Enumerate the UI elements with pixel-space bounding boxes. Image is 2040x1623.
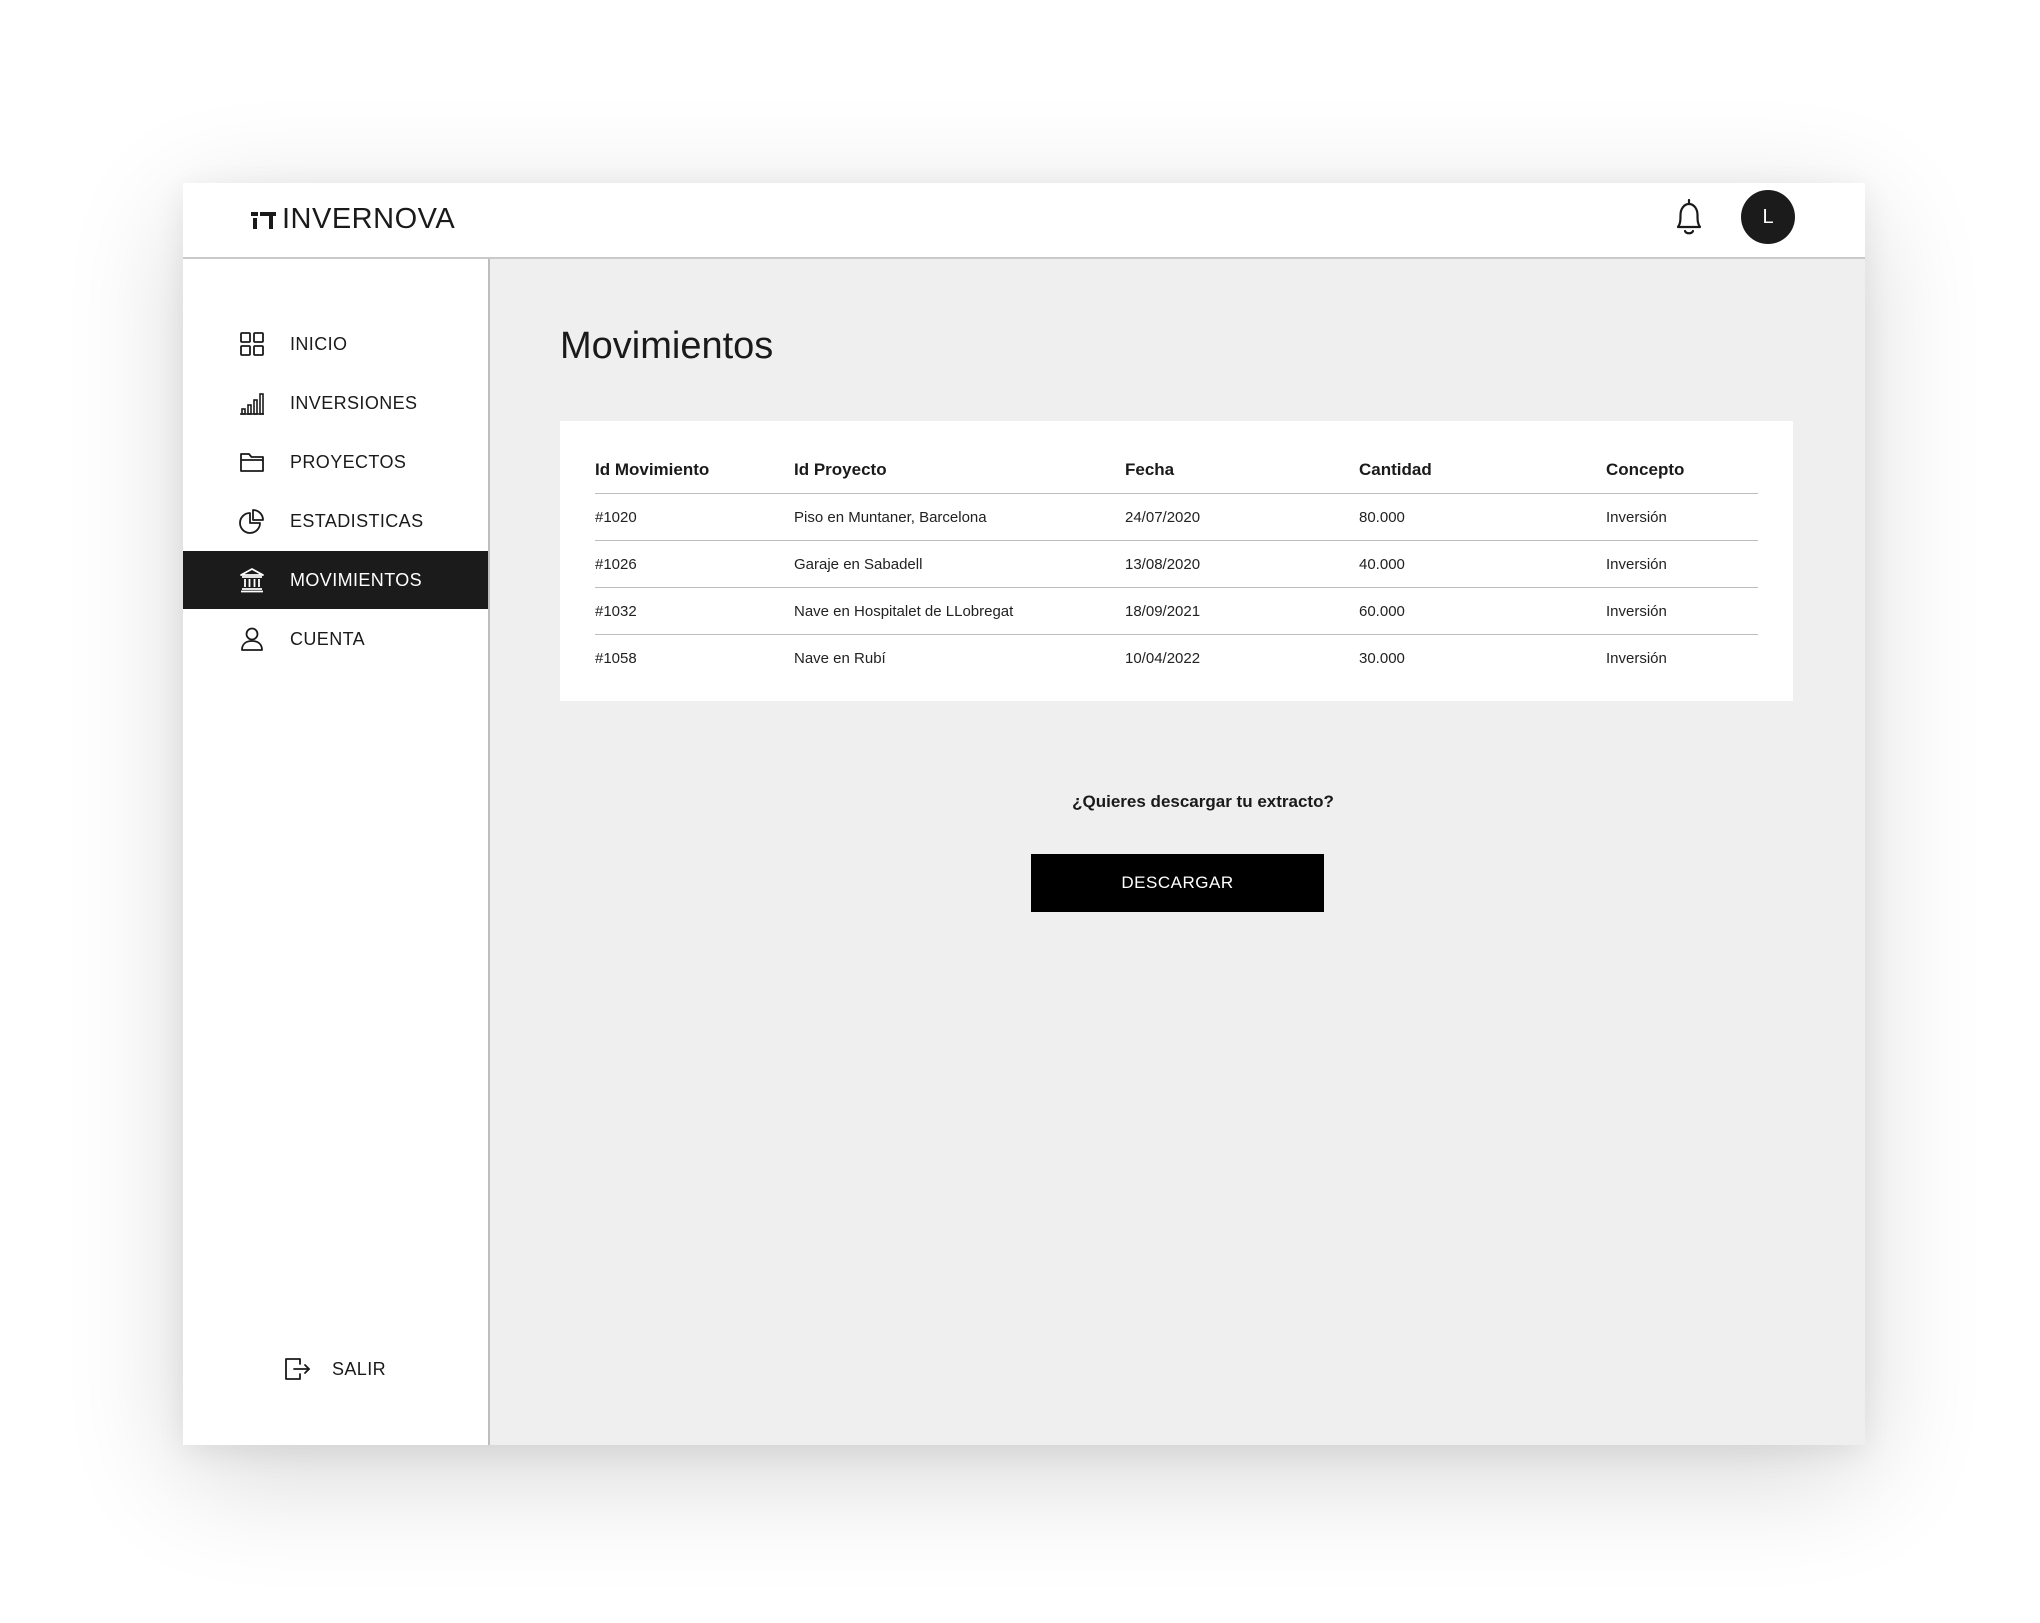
grid-icon	[240, 332, 264, 356]
sidebar-item-label: ESTADISTICAS	[290, 511, 424, 531]
sidebar-item-movimientos[interactable]: MOVIMIENTOS	[183, 551, 488, 609]
user-icon	[241, 627, 263, 651]
cell-id-proyecto: Nave en Hospitalet de LLobregat	[794, 587, 1125, 635]
cell-concepto: Inversión	[1606, 649, 1667, 667]
app-window: INVERNOVA L INICIO INVERSIONES PROYECTOS…	[183, 183, 1865, 1445]
table-row[interactable]: #1032 Nave en Hospitalet de LLobregat 18…	[595, 587, 1758, 635]
pie-chart-icon	[239, 509, 264, 534]
column-header[interactable]: Id Movimiento	[595, 447, 794, 494]
cell-fecha: 18/09/2021	[1125, 587, 1359, 635]
top-header: INVERNOVA L	[183, 183, 1865, 259]
bank-icon	[240, 568, 264, 593]
download-button[interactable]: DESCARGAR	[1031, 854, 1324, 912]
notification-bell-icon[interactable]	[1671, 196, 1707, 238]
movements-card: Id Movimiento Id Proyecto Fecha Cantidad…	[560, 421, 1793, 701]
column-header[interactable]: Concepto	[1606, 447, 1758, 494]
logout-button[interactable]: SALIR	[283, 1349, 386, 1389]
bar-chart-icon	[240, 393, 264, 415]
column-header[interactable]: Fecha	[1125, 447, 1359, 494]
cell-id-movimiento: #1058	[595, 649, 637, 667]
cell-concepto: Inversión	[1606, 493, 1758, 541]
sidebar-item-label: INVERSIONES	[290, 393, 418, 413]
sidebar-item-label: MOVIMIENTOS	[290, 570, 423, 590]
cell-id-movimiento: #1020	[595, 493, 794, 541]
sidebar-item-inversiones[interactable]: INVERSIONES	[183, 374, 488, 432]
cell-concepto: Inversión	[1606, 587, 1758, 635]
cell-id-proyecto: Nave en Rubí	[794, 649, 886, 667]
sidebar-item-cuenta[interactable]: CUENTA	[183, 610, 488, 668]
cell-fecha: 24/07/2020	[1125, 493, 1359, 541]
table-row[interactable]: #1058 Nave en Rubí 10/04/2022 30.000 Inv…	[595, 635, 1758, 682]
cell-cantidad: 40.000	[1359, 540, 1606, 588]
column-header[interactable]: Cantidad	[1359, 447, 1606, 494]
movements-table: Id Movimiento Id Proyecto Fecha Cantidad…	[595, 447, 1758, 681]
avatar[interactable]: L	[1741, 190, 1795, 244]
sidebar-item-label: CUENTA	[290, 629, 366, 649]
column-header[interactable]: Id Proyecto	[794, 447, 1125, 494]
table-row[interactable]: #1020 Piso en Muntaner, Barcelona 24/07/…	[595, 493, 1758, 541]
table-header-row: Id Movimiento Id Proyecto Fecha Cantidad…	[595, 447, 1758, 494]
cell-fecha: 13/08/2020	[1125, 540, 1359, 588]
logo[interactable]: INVERNOVA	[251, 199, 455, 239]
cell-id-proyecto: Garaje en Sabadell	[794, 540, 1125, 588]
cell-id-movimiento: #1032	[595, 587, 794, 635]
download-prompt: ¿Quieres descargar tu extracto?	[1072, 792, 1334, 811]
sidebar: INICIO INVERSIONES PROYECTOS ESTADISTICA…	[183, 259, 490, 1445]
logout-icon	[285, 1358, 310, 1380]
cell-cantidad: 30.000	[1359, 649, 1405, 667]
sidebar-item-estadisticas[interactable]: ESTADISTICAS	[183, 492, 488, 550]
sidebar-item-label: PROYECTOS	[290, 452, 407, 472]
table-row[interactable]: #1026 Garaje en Sabadell 13/08/2020 40.0…	[595, 540, 1758, 588]
avatar-initial: L	[1762, 205, 1774, 228]
sidebar-item-label: INICIO	[290, 334, 348, 354]
brand-name: INVERNOVA	[282, 202, 456, 235]
logout-label: SALIR	[332, 1358, 387, 1379]
cell-cantidad: 60.000	[1359, 587, 1606, 635]
cell-concepto: Inversión	[1606, 540, 1758, 588]
cell-cantidad: 80.000	[1359, 493, 1606, 541]
cell-id-proyecto: Piso en Muntaner, Barcelona	[794, 493, 1125, 541]
page-title: Movimientos	[560, 325, 774, 367]
folder-icon	[240, 453, 264, 472]
cell-id-movimiento: #1026	[595, 540, 794, 588]
cell-fecha: 10/04/2022	[1125, 649, 1201, 667]
sidebar-item-proyectos[interactable]: PROYECTOS	[183, 433, 488, 491]
logo-mark-icon	[251, 212, 276, 229]
sidebar-item-inicio[interactable]: INICIO	[183, 315, 488, 373]
